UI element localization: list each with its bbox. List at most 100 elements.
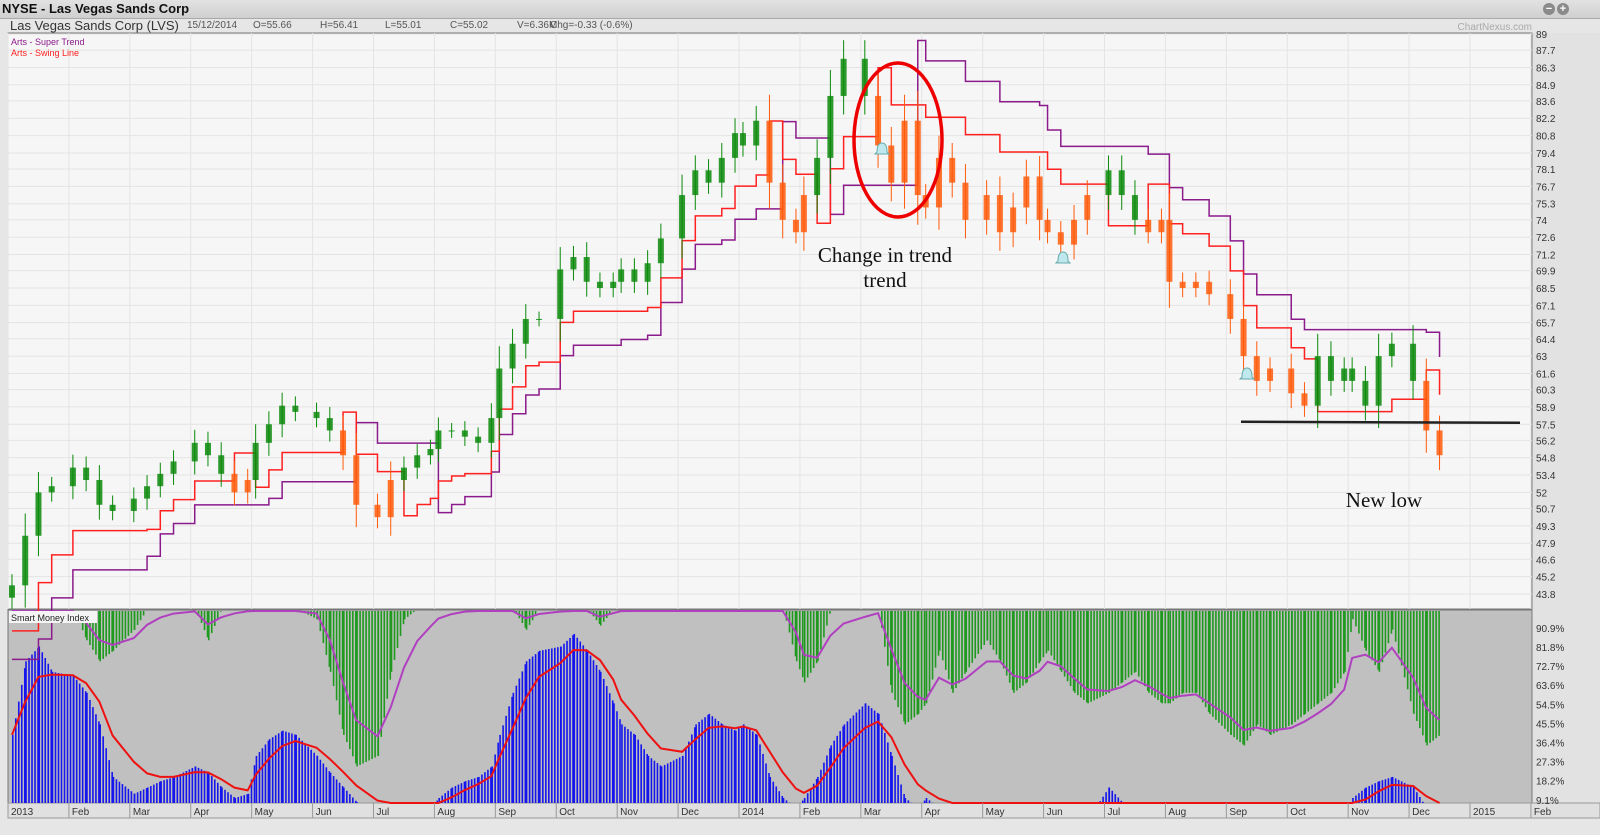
date-tick-label: Sep xyxy=(1229,807,1247,818)
new-low-annotation: New low xyxy=(1346,488,1423,512)
candle-body xyxy=(144,486,151,499)
smi-blue-bar xyxy=(884,732,886,803)
smi-green-bar xyxy=(1358,611,1360,634)
candle-body xyxy=(35,492,42,536)
candle-body xyxy=(414,455,421,468)
smi-green-bar xyxy=(907,611,910,722)
price-tick-label: 74 xyxy=(1536,216,1548,227)
smi-blue-bar xyxy=(487,769,489,803)
smi-blue-bar xyxy=(551,648,553,803)
smi-green-bar xyxy=(356,611,358,767)
smi-blue-bar xyxy=(765,763,767,803)
smi-blue-bar xyxy=(133,793,136,803)
smi-blue-bar xyxy=(349,794,351,803)
smi-blue-bar xyxy=(643,749,645,803)
date-tick-label: 2014 xyxy=(742,807,765,818)
smi-blue-bar xyxy=(769,776,772,803)
smi-green-bar xyxy=(390,611,393,672)
smi-green-bar xyxy=(1154,611,1156,698)
smi-green-bar xyxy=(1042,611,1045,658)
candle-body xyxy=(1206,281,1213,295)
smi-green-bar xyxy=(1394,611,1397,642)
smi-blue-bar xyxy=(539,650,541,803)
smi-blue-bar xyxy=(31,654,33,803)
smi-blue-bar xyxy=(867,705,870,803)
candle-body xyxy=(1314,356,1321,406)
smi-green-bar xyxy=(1099,611,1101,698)
smi-blue-bar xyxy=(484,772,486,803)
price-tick-label: 69.9 xyxy=(1536,267,1556,278)
candle-body xyxy=(570,257,577,270)
smi-green-bar xyxy=(130,611,133,633)
zoom-out-button[interactable]: − xyxy=(1543,3,1555,15)
smi-blue-bar xyxy=(849,718,852,803)
smi-blue-bar xyxy=(666,763,669,803)
smi-blue-bar xyxy=(1416,792,1418,803)
smi-green-bar xyxy=(599,611,602,626)
smi-blue-bar xyxy=(268,739,271,803)
smi-blue-bar xyxy=(447,790,449,803)
smi-blue-bar xyxy=(560,646,562,803)
date-tick-label: May xyxy=(255,807,274,818)
candle-body xyxy=(732,133,739,158)
candle-body xyxy=(583,257,590,282)
smi-blue-bar xyxy=(166,779,168,803)
smi-green-bar xyxy=(102,611,104,659)
smi-blue-bar xyxy=(775,786,778,803)
smi-blue-bar xyxy=(925,797,928,803)
smi-green-bar xyxy=(1406,611,1409,690)
smi-blue-bar xyxy=(253,765,256,803)
smi-blue-bar xyxy=(756,734,758,803)
smi-blue-bar xyxy=(25,661,27,803)
smi-blue-bar xyxy=(836,735,838,803)
smi-blue-bar xyxy=(1111,790,1114,803)
smi-green-bar xyxy=(1361,611,1363,641)
smi-blue-bar xyxy=(291,733,293,803)
smi-green-bar xyxy=(1227,611,1229,732)
smi-blue-bar xyxy=(897,774,899,803)
smi-blue-bar xyxy=(28,657,30,803)
smi-blue-bar xyxy=(86,692,88,803)
candle-body xyxy=(631,269,638,282)
smi-green-bar xyxy=(1310,611,1313,710)
smi-green-bar xyxy=(1347,611,1349,652)
smi-green-bar xyxy=(1102,611,1104,696)
price-tick-label: 84.9 xyxy=(1536,81,1556,92)
candle-body xyxy=(1044,219,1051,233)
smi-blue-bar xyxy=(319,759,322,803)
candle-body xyxy=(400,467,407,481)
candle-body xyxy=(488,418,495,443)
smi-blue-bar xyxy=(1419,796,1421,803)
candle-body xyxy=(814,157,821,196)
smi-green-bar xyxy=(365,611,367,762)
support-line xyxy=(1240,420,1521,425)
smi-tick-label: 27.3% xyxy=(1536,758,1564,769)
smi-green-bar xyxy=(1134,611,1137,672)
smi-green-bar xyxy=(396,611,399,648)
legend-swing-line: Arts - Swing Line xyxy=(11,48,79,58)
smi-blue-bar xyxy=(801,800,804,803)
zoom-in-button[interactable]: + xyxy=(1557,3,1569,15)
smi-green-bar xyxy=(1221,611,1223,726)
smi-blue-bar xyxy=(820,769,822,803)
quote-high: H=56.41 xyxy=(320,20,359,31)
smi-green-bar xyxy=(1121,611,1124,683)
smi-blue-bar xyxy=(634,734,636,803)
candle-body xyxy=(475,436,482,443)
smi-blue-bar xyxy=(803,797,806,803)
smi-blue-bar xyxy=(563,643,565,803)
smi-green-bar xyxy=(1438,611,1440,736)
smi-green-bar xyxy=(1063,611,1066,677)
smi-blue-bar xyxy=(102,736,104,803)
smi-green-bar xyxy=(900,611,902,715)
price-tick-label: 54.8 xyxy=(1536,454,1556,465)
smi-blue-bar xyxy=(200,769,203,803)
smi-blue-bar xyxy=(678,757,681,803)
smi-green-bar xyxy=(1169,611,1171,704)
candle-body xyxy=(292,405,299,412)
smi-green-bar xyxy=(362,611,364,764)
smi-blue-bar xyxy=(839,731,841,803)
smi-green-bar xyxy=(1039,611,1042,662)
candle-body xyxy=(1267,368,1274,381)
smi-blue-bar xyxy=(1394,778,1397,803)
